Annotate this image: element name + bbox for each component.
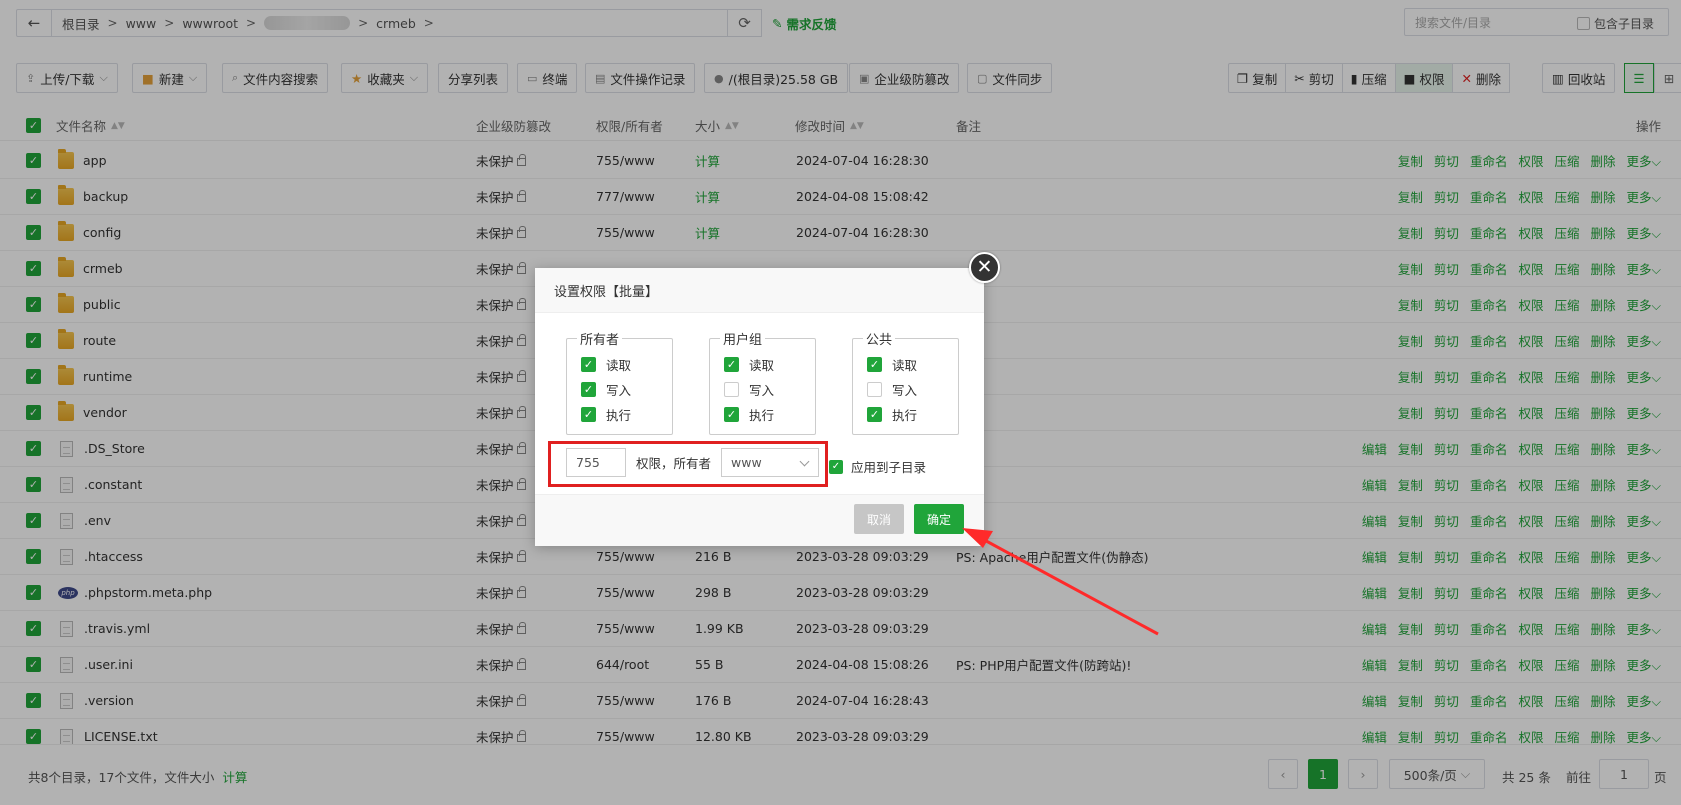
highlight-box	[548, 441, 828, 487]
cancel-button[interactable]: 取消	[854, 504, 904, 534]
owner-read-checkbox[interactable]: ✓ 读取	[581, 355, 631, 374]
checkbox-icon: ✓	[867, 407, 882, 422]
checkbox-icon: ✓	[724, 357, 739, 372]
public-exec-checkbox[interactable]: ✓ 执行	[867, 405, 917, 424]
checkbox-icon: ✓	[581, 357, 596, 372]
check-icon: ✓	[829, 459, 843, 474]
owner-exec-label: 执行	[606, 408, 632, 423]
owner-legend: 所有者	[577, 329, 623, 348]
owner-read-label: 读取	[606, 358, 632, 373]
apply-subdir-checkbox[interactable]: ✓ 应用到子目录	[829, 457, 926, 476]
confirm-button[interactable]: 确定	[914, 504, 964, 534]
public-write-checkbox[interactable]: 写入	[867, 380, 917, 399]
checkbox-icon: ✓	[867, 357, 882, 372]
public-group: 公共 ✓ 读取 写入 ✓ 执行	[852, 329, 959, 435]
owner-exec-checkbox[interactable]: ✓ 执行	[581, 405, 631, 424]
checkbox-icon: ✓	[581, 407, 596, 422]
public-legend: 公共	[863, 329, 896, 348]
group-group: 用户组 ✓ 读取 写入 ✓ 执行	[709, 329, 816, 435]
owner-group: 所有者 ✓ 读取 ✓ 写入 ✓ 执行	[566, 329, 673, 435]
dialog-title: 设置权限【批量】	[535, 268, 984, 313]
permission-dialog: 设置权限【批量】 ✕ 所有者 ✓ 读取 ✓ 写入 ✓ 执行 用户组 ✓ 读取 写入 ✓ 执…	[535, 252, 1000, 546]
owner-write-label: 写入	[606, 383, 632, 398]
checkbox-icon	[867, 382, 882, 397]
group-read-label: 读取	[749, 358, 775, 373]
group-exec-label: 执行	[749, 408, 775, 423]
public-write-label: 写入	[892, 383, 918, 398]
group-legend: 用户组	[720, 329, 766, 348]
group-write-checkbox[interactable]: 写入	[724, 380, 774, 399]
group-exec-checkbox[interactable]: ✓ 执行	[724, 405, 774, 424]
checkbox-icon: ✓	[581, 382, 596, 397]
public-read-label: 读取	[892, 358, 918, 373]
checkbox-icon: ✓	[724, 407, 739, 422]
close-button[interactable]: ✕	[969, 252, 1000, 283]
group-write-label: 写入	[749, 383, 775, 398]
close-icon: ✕	[976, 256, 993, 278]
dialog-footer: 取消 确定	[535, 494, 984, 546]
owner-write-checkbox[interactable]: ✓ 写入	[581, 380, 631, 399]
checkbox-icon	[724, 382, 739, 397]
public-exec-label: 执行	[892, 408, 918, 423]
group-read-checkbox[interactable]: ✓ 读取	[724, 355, 774, 374]
apply-subdir-label: 应用到子目录	[851, 460, 927, 475]
public-read-checkbox[interactable]: ✓ 读取	[867, 355, 917, 374]
